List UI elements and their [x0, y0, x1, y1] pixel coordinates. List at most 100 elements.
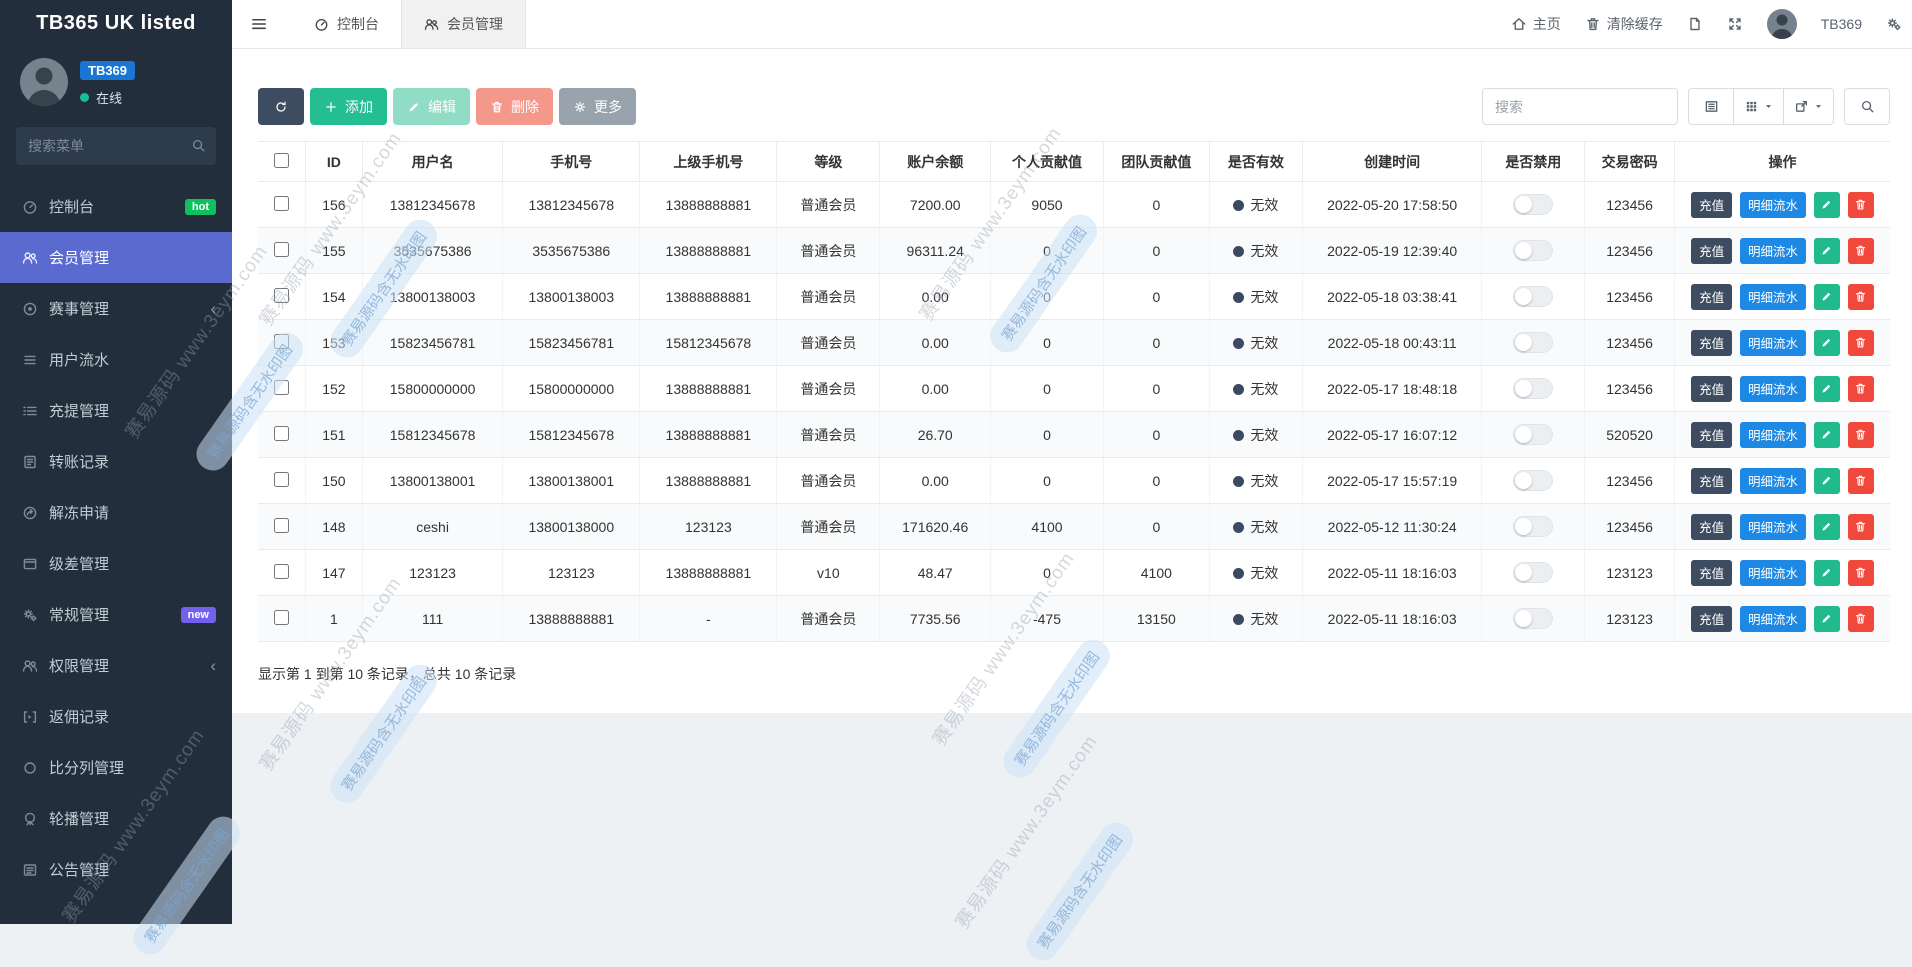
delete-row-button[interactable]: [1848, 330, 1874, 356]
disable-toggle[interactable]: [1513, 194, 1553, 215]
edit-row-button[interactable]: [1814, 376, 1840, 402]
row-checkbox[interactable]: [274, 472, 289, 487]
detail-view-button[interactable]: [1688, 88, 1734, 125]
detail-button[interactable]: 明细流水: [1740, 468, 1806, 494]
edit-row-button[interactable]: [1814, 560, 1840, 586]
cell-phone: 13888888881: [503, 596, 640, 642]
sidebar-item[interactable]: 常规管理 new ‹: [0, 589, 232, 640]
detail-button[interactable]: 明细流水: [1740, 284, 1806, 310]
delete-row-button[interactable]: [1848, 238, 1874, 264]
more-button[interactable]: 更多: [559, 88, 636, 125]
delete-row-button[interactable]: [1848, 284, 1874, 310]
recharge-button[interactable]: 充值: [1691, 606, 1732, 632]
sidebar-item[interactable]: 转账记录 ‹: [0, 436, 232, 487]
recharge-button[interactable]: 充值: [1691, 468, 1732, 494]
disable-toggle[interactable]: [1513, 286, 1553, 307]
delete-row-button[interactable]: [1848, 376, 1874, 402]
disable-toggle[interactable]: [1513, 516, 1553, 537]
detail-button[interactable]: 明细流水: [1740, 330, 1806, 356]
detail-button[interactable]: 明细流水: [1740, 514, 1806, 540]
settings-icon[interactable]: [1886, 16, 1902, 32]
clear-cache-link[interactable]: 清除缓存: [1585, 14, 1663, 34]
sidebar-item[interactable]: 级差管理 ‹: [0, 538, 232, 589]
delete-row-button[interactable]: [1848, 468, 1874, 494]
topbar-username[interactable]: TB369: [1821, 16, 1862, 32]
document-icon[interactable]: [1687, 16, 1703, 32]
delete-button[interactable]: 删除: [476, 88, 553, 125]
home-link[interactable]: 主页: [1511, 14, 1561, 34]
delete-row-button[interactable]: [1848, 192, 1874, 218]
sidebar-item[interactable]: 轮播管理 ‹: [0, 793, 232, 844]
edit-row-button[interactable]: [1814, 468, 1840, 494]
disable-toggle[interactable]: [1513, 562, 1553, 583]
cell-balance: 171620.46: [880, 504, 991, 550]
disable-toggle[interactable]: [1513, 470, 1553, 491]
columns-button[interactable]: [1733, 88, 1784, 125]
tab-members[interactable]: 会员管理: [401, 0, 526, 48]
sidebar-item[interactable]: 返佣记录 ‹: [0, 691, 232, 742]
fullscreen-icon[interactable]: [1727, 16, 1743, 32]
edit-row-button[interactable]: [1814, 238, 1840, 264]
sidebar-item[interactable]: 会员管理 ‹: [0, 232, 232, 283]
detail-button[interactable]: 明细流水: [1740, 238, 1806, 264]
delete-row-button[interactable]: [1848, 560, 1874, 586]
delete-row-button[interactable]: [1848, 422, 1874, 448]
refresh-button[interactable]: [258, 88, 304, 125]
sidebar-item[interactable]: 控制台 hot ‹: [0, 181, 232, 232]
sidebar-item[interactable]: 用户流水 ‹: [0, 334, 232, 385]
avatar[interactable]: [20, 58, 68, 106]
edit-row-button[interactable]: [1814, 514, 1840, 540]
detail-button[interactable]: 明细流水: [1740, 376, 1806, 402]
delete-row-button[interactable]: [1848, 514, 1874, 540]
recharge-button[interactable]: 充值: [1691, 514, 1732, 540]
delete-row-button[interactable]: [1848, 606, 1874, 632]
recharge-button[interactable]: 充值: [1691, 284, 1732, 310]
select-all-checkbox[interactable]: [274, 153, 289, 168]
table-search-input[interactable]: [1482, 88, 1678, 125]
detail-button[interactable]: 明细流水: [1740, 560, 1806, 586]
disable-toggle[interactable]: [1513, 240, 1553, 261]
row-checkbox[interactable]: [274, 196, 289, 211]
search-button[interactable]: [1844, 88, 1890, 125]
recharge-button[interactable]: 充值: [1691, 192, 1732, 218]
edit-row-button[interactable]: [1814, 422, 1840, 448]
row-checkbox[interactable]: [274, 610, 289, 625]
edit-row-button[interactable]: [1814, 192, 1840, 218]
row-checkbox[interactable]: [274, 518, 289, 533]
sidebar-item[interactable]: 比分列管理 ‹: [0, 742, 232, 793]
row-checkbox[interactable]: [274, 334, 289, 349]
row-checkbox[interactable]: [274, 564, 289, 579]
topbar-avatar[interactable]: [1767, 9, 1797, 39]
detail-button[interactable]: 明细流水: [1740, 192, 1806, 218]
sidebar-item[interactable]: 权限管理 ‹: [0, 640, 232, 691]
sidebar-item[interactable]: 解冻申请 ‹: [0, 487, 232, 538]
disable-toggle[interactable]: [1513, 332, 1553, 353]
disable-toggle[interactable]: [1513, 424, 1553, 445]
sidebar-item[interactable]: 赛事管理 ‹: [0, 283, 232, 334]
row-checkbox[interactable]: [274, 380, 289, 395]
recharge-button[interactable]: 充值: [1691, 238, 1732, 264]
detail-button[interactable]: 明细流水: [1740, 422, 1806, 448]
detail-button[interactable]: 明细流水: [1740, 606, 1806, 632]
recharge-button[interactable]: 充值: [1691, 376, 1732, 402]
menu-search-input[interactable]: [16, 127, 216, 165]
tab-console[interactable]: 控制台: [292, 0, 401, 48]
hamburger-icon[interactable]: [250, 15, 268, 33]
edit-row-button[interactable]: [1814, 606, 1840, 632]
disable-toggle[interactable]: [1513, 608, 1553, 629]
recharge-button[interactable]: 充值: [1691, 330, 1732, 356]
edit-row-button[interactable]: [1814, 330, 1840, 356]
disable-toggle[interactable]: [1513, 378, 1553, 399]
sidebar-item[interactable]: 公告管理 ‹: [0, 844, 232, 895]
export-button[interactable]: [1783, 88, 1834, 125]
recharge-button[interactable]: 充值: [1691, 560, 1732, 586]
edit-row-button[interactable]: [1814, 284, 1840, 310]
row-checkbox[interactable]: [274, 288, 289, 303]
recharge-button[interactable]: 充值: [1691, 422, 1732, 448]
cell-trade-password: 520520: [1585, 412, 1675, 458]
sidebar-item[interactable]: 充提管理 ‹: [0, 385, 232, 436]
row-checkbox[interactable]: [274, 426, 289, 441]
edit-button[interactable]: 编辑: [393, 88, 470, 125]
add-button[interactable]: 添加: [310, 88, 387, 125]
row-checkbox[interactable]: [274, 242, 289, 257]
